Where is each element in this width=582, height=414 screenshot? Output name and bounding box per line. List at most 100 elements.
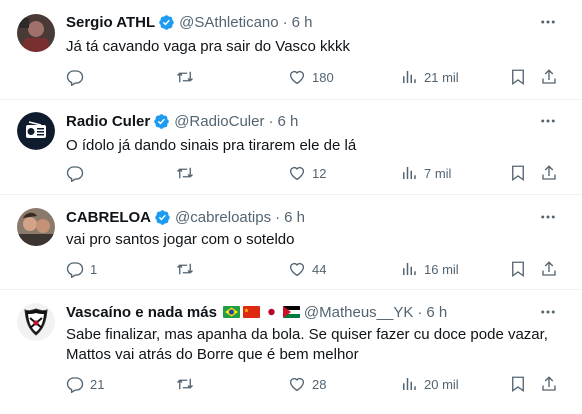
verified-badge-icon bbox=[154, 113, 169, 129]
reply-button[interactable]: 21 bbox=[66, 373, 104, 395]
avatar[interactable] bbox=[17, 208, 55, 246]
reply-icon bbox=[66, 166, 84, 182]
handle[interactable]: @SAthleticano bbox=[179, 14, 278, 31]
views-button[interactable]: 7 mil bbox=[400, 162, 451, 184]
retweet-button[interactable] bbox=[176, 373, 200, 395]
tweet-text: Sabe finalizar, mas apanha da bola. Se q… bbox=[66, 325, 566, 365]
reply-icon bbox=[66, 377, 84, 393]
bookmark-icon bbox=[512, 69, 524, 86]
retweet-icon bbox=[177, 71, 193, 83]
tweet-header: Sergio ATHL @SAthleticano · 6 h bbox=[66, 12, 312, 32]
avatar[interactable] bbox=[17, 14, 55, 52]
handle[interactable]: @RadioCuler bbox=[174, 113, 264, 130]
china-flag-icon bbox=[242, 306, 260, 318]
action-bar: 180 21 mil bbox=[66, 66, 566, 88]
views-chart-icon bbox=[403, 378, 416, 390]
reply-count: 21 bbox=[90, 376, 105, 392]
heart-icon bbox=[289, 262, 305, 277]
views-button[interactable]: 21 mil bbox=[400, 66, 459, 88]
bookmark-icon bbox=[512, 261, 524, 278]
separator-dot: · bbox=[275, 208, 281, 226]
like-count: 12 bbox=[312, 165, 327, 181]
view-count: 16 mil bbox=[424, 261, 459, 277]
tweet-text-line: Mattos vai atrás do Borre que é bem melh… bbox=[66, 346, 359, 363]
heart-icon bbox=[289, 166, 305, 181]
jordan-flag-icon bbox=[282, 306, 300, 318]
share-button[interactable] bbox=[540, 66, 558, 88]
action-bar: 12 7 mil bbox=[66, 162, 566, 184]
tweet-text: Já tá cavando vaga pra sair do Vasco kkk… bbox=[66, 38, 351, 55]
reply-button[interactable]: 1 bbox=[66, 258, 97, 280]
view-count: 21 mil bbox=[424, 69, 459, 85]
tweet-header: CABRELOA @cabreloatips · 6 h bbox=[66, 207, 305, 227]
views-button[interactable]: 20 mil bbox=[400, 373, 459, 395]
bookmark-icon bbox=[512, 376, 524, 393]
retweet-button[interactable] bbox=[176, 258, 200, 280]
handle[interactable]: @cabreloatips bbox=[175, 209, 271, 226]
like-button[interactable]: 28 bbox=[288, 373, 326, 395]
share-icon bbox=[542, 261, 556, 276]
display-name[interactable]: Radio Culer bbox=[66, 113, 150, 130]
reply-button[interactable] bbox=[66, 66, 90, 88]
separator-dot: · bbox=[268, 112, 274, 130]
tweet[interactable]: CABRELOA @cabreloatips · 6 h vai pro san… bbox=[0, 196, 582, 290]
display-name[interactable]: CABRELOA bbox=[66, 209, 151, 226]
reply-icon bbox=[66, 262, 84, 278]
handle[interactable]: @Matheus__YK bbox=[304, 304, 413, 321]
retweet-button[interactable] bbox=[176, 66, 200, 88]
share-icon bbox=[542, 69, 556, 84]
reply-icon bbox=[66, 70, 84, 86]
action-bar: 21 28 20 mil bbox=[66, 373, 566, 395]
reply-button[interactable] bbox=[66, 162, 90, 184]
tweet-text: O ídolo já dando sinais pra tirarem ele … bbox=[66, 137, 357, 154]
avatar[interactable] bbox=[17, 112, 55, 150]
display-name[interactable]: Vascaíno e nada más bbox=[66, 304, 217, 321]
retweet-icon bbox=[177, 263, 193, 275]
verified-badge-icon bbox=[155, 209, 170, 225]
action-bar: 1 44 16 mil bbox=[66, 258, 566, 280]
retweet-icon bbox=[177, 167, 193, 179]
verified-badge-icon bbox=[159, 14, 174, 30]
views-button[interactable]: 16 mil bbox=[400, 258, 459, 280]
bookmark-button[interactable] bbox=[509, 373, 527, 395]
bookmark-button[interactable] bbox=[509, 66, 527, 88]
share-button[interactable] bbox=[540, 162, 558, 184]
timestamp[interactable]: 6 h bbox=[277, 113, 298, 130]
like-count: 44 bbox=[312, 261, 327, 277]
like-button[interactable]: 180 bbox=[288, 66, 334, 88]
tweet-header: Vascaíno e nada más @Matheus__YK · 6 h bbox=[66, 302, 447, 322]
more-icon[interactable] bbox=[538, 12, 558, 32]
tweet-text: vai pro santos jogar com o soteldo bbox=[66, 231, 295, 248]
japan-flag-icon bbox=[262, 306, 280, 318]
display-name[interactable]: Sergio ATHL bbox=[66, 14, 155, 31]
bookmark-button[interactable] bbox=[509, 258, 527, 280]
timestamp[interactable]: 6 h bbox=[284, 209, 305, 226]
avatar[interactable] bbox=[17, 303, 55, 341]
views-chart-icon bbox=[403, 167, 416, 179]
heart-icon bbox=[289, 377, 305, 392]
tweet[interactable]: Sergio ATHL @SAthleticano · 6 h Já tá ca… bbox=[0, 0, 582, 100]
more-icon[interactable] bbox=[538, 302, 558, 322]
brazil-flag-icon bbox=[222, 306, 240, 318]
like-button[interactable]: 44 bbox=[288, 258, 326, 280]
reply-count: 1 bbox=[90, 261, 98, 277]
bookmark-button[interactable] bbox=[509, 162, 527, 184]
views-chart-icon bbox=[403, 263, 416, 275]
view-count: 7 mil bbox=[424, 165, 452, 181]
like-button[interactable]: 12 bbox=[288, 162, 326, 184]
more-icon[interactable] bbox=[538, 111, 558, 131]
separator-dot: · bbox=[417, 303, 423, 321]
timestamp[interactable]: 6 h bbox=[292, 14, 313, 31]
timestamp[interactable]: 6 h bbox=[426, 304, 447, 321]
share-button[interactable] bbox=[540, 373, 558, 395]
tweet[interactable]: Radio Culer @RadioCuler · 6 h O ídolo já… bbox=[0, 101, 582, 195]
retweet-button[interactable] bbox=[176, 162, 200, 184]
separator-dot: · bbox=[282, 13, 288, 31]
retweet-icon bbox=[177, 378, 193, 390]
more-icon[interactable] bbox=[538, 207, 558, 227]
heart-icon bbox=[289, 70, 305, 85]
tweet[interactable]: Vascaíno e nada más @Matheus__YK · 6 h S… bbox=[0, 291, 582, 414]
share-button[interactable] bbox=[540, 258, 558, 280]
share-icon bbox=[542, 165, 556, 180]
tweet-header: Radio Culer @RadioCuler · 6 h bbox=[66, 111, 298, 131]
